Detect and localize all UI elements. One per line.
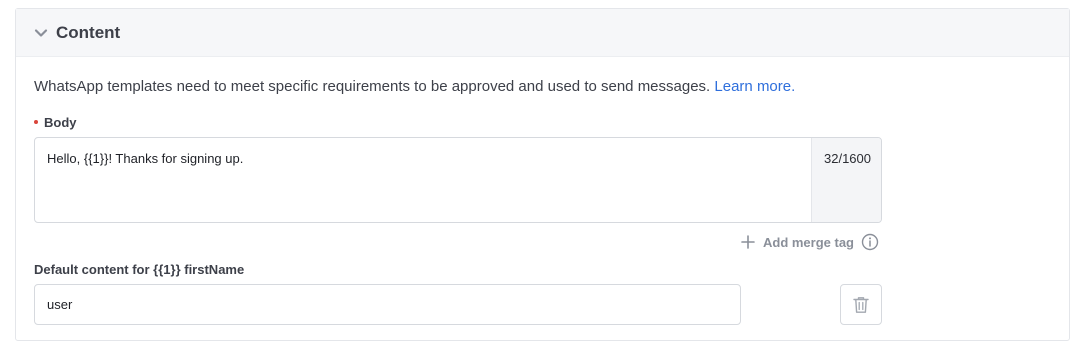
default-content-input[interactable] — [34, 284, 741, 325]
intro-text: WhatsApp templates need to meet specific… — [34, 78, 711, 95]
intro-text-block: WhatsApp templates need to meet specific… — [34, 78, 795, 95]
body-textarea[interactable]: Hello, {{1}}! Thanks for signing up. 32/… — [34, 137, 882, 223]
body-text-value[interactable]: Hello, {{1}}! Thanks for signing up. — [47, 151, 243, 166]
learn-more-link[interactable]: Learn more. — [714, 78, 795, 95]
required-indicator — [34, 119, 38, 124]
delete-default-content-button[interactable] — [840, 284, 882, 325]
info-icon[interactable] — [861, 233, 879, 251]
character-counter: 32/1600 — [824, 151, 871, 166]
section-title: Content — [56, 23, 121, 42]
trash-icon — [853, 296, 869, 313]
add-merge-tag-label: Add merge tag — [762, 234, 854, 250]
body-field-label: Body — [34, 115, 77, 130]
content-panel: Content WhatsApp templates need to meet … — [15, 8, 1070, 341]
section-header[interactable]: Content — [16, 9, 1069, 57]
add-merge-tag-button[interactable]: Add merge tag — [741, 233, 879, 251]
body-label-text: Body — [44, 115, 77, 130]
plus-icon — [741, 235, 755, 249]
default-content-label: Default content for {{1}} firstName — [34, 262, 245, 277]
character-counter-panel: 32/1600 — [811, 138, 881, 222]
chevron-down-icon[interactable] — [34, 26, 48, 40]
